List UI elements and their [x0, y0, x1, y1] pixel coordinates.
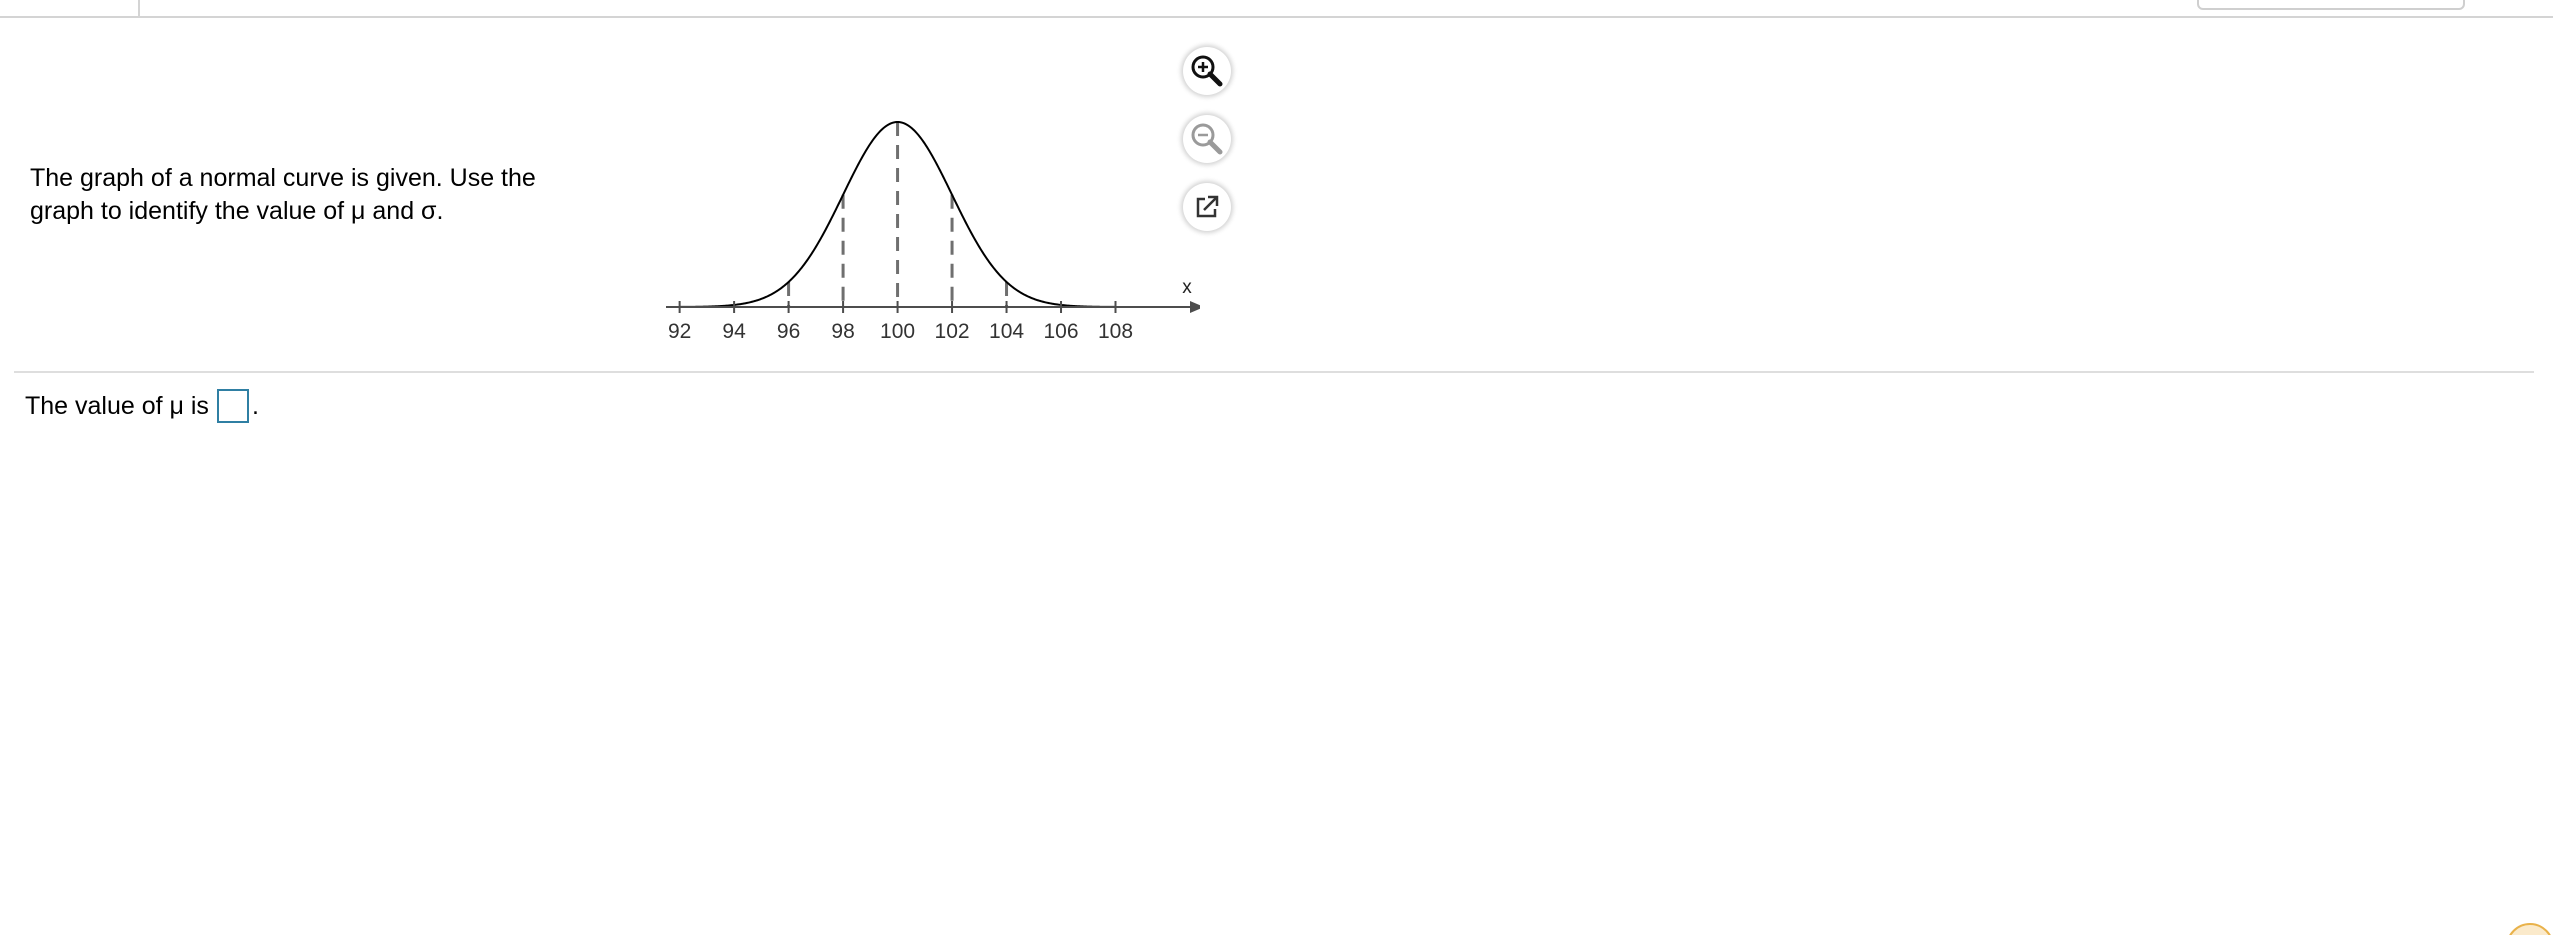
page: The graph of a normal curve is given. Us… [0, 0, 2553, 935]
answer-prefix: The value of μ is [25, 392, 209, 420]
x-axis-arrow [1190, 301, 1200, 313]
zoom-out-button[interactable] [1183, 115, 1231, 163]
x-tick-label-102: 102 [935, 320, 970, 343]
x-tick-label-98: 98 [831, 320, 854, 343]
external-link-icon [1196, 195, 1219, 218]
x-tick-label-96: 96 [777, 320, 800, 343]
section-rule [14, 371, 2534, 373]
top-control[interactable] [2197, 0, 2465, 10]
zoom-in-button[interactable] [1183, 47, 1231, 95]
x-axis-label: x [1182, 277, 1192, 298]
x-tick-label-106: 106 [1044, 320, 1079, 343]
answer-suffix: . [251, 392, 259, 420]
normal-curve-figure: 92 94 96 98 100 102 104 106 108 x [666, 120, 1200, 343]
top-divider [138, 0, 140, 16]
x-tick-label-94: 94 [722, 320, 746, 343]
x-tick-label-108: 108 [1098, 320, 1133, 343]
x-tick-label-100: 100 [880, 320, 915, 343]
top-rule [0, 16, 2553, 18]
mu-answer-input[interactable] [216, 389, 249, 423]
popout-button[interactable] [1183, 183, 1231, 231]
zoom-in-icon [1191, 55, 1223, 87]
x-tick-label-104: 104 [989, 320, 1024, 343]
zoom-out-icon [1191, 123, 1223, 155]
help-badge[interactable] [2506, 923, 2553, 935]
answer-line: The value of μ is . [25, 388, 259, 424]
question-text: The graph of a normal curve is given. Us… [30, 164, 536, 225]
x-tick-label-92: 92 [668, 320, 691, 343]
